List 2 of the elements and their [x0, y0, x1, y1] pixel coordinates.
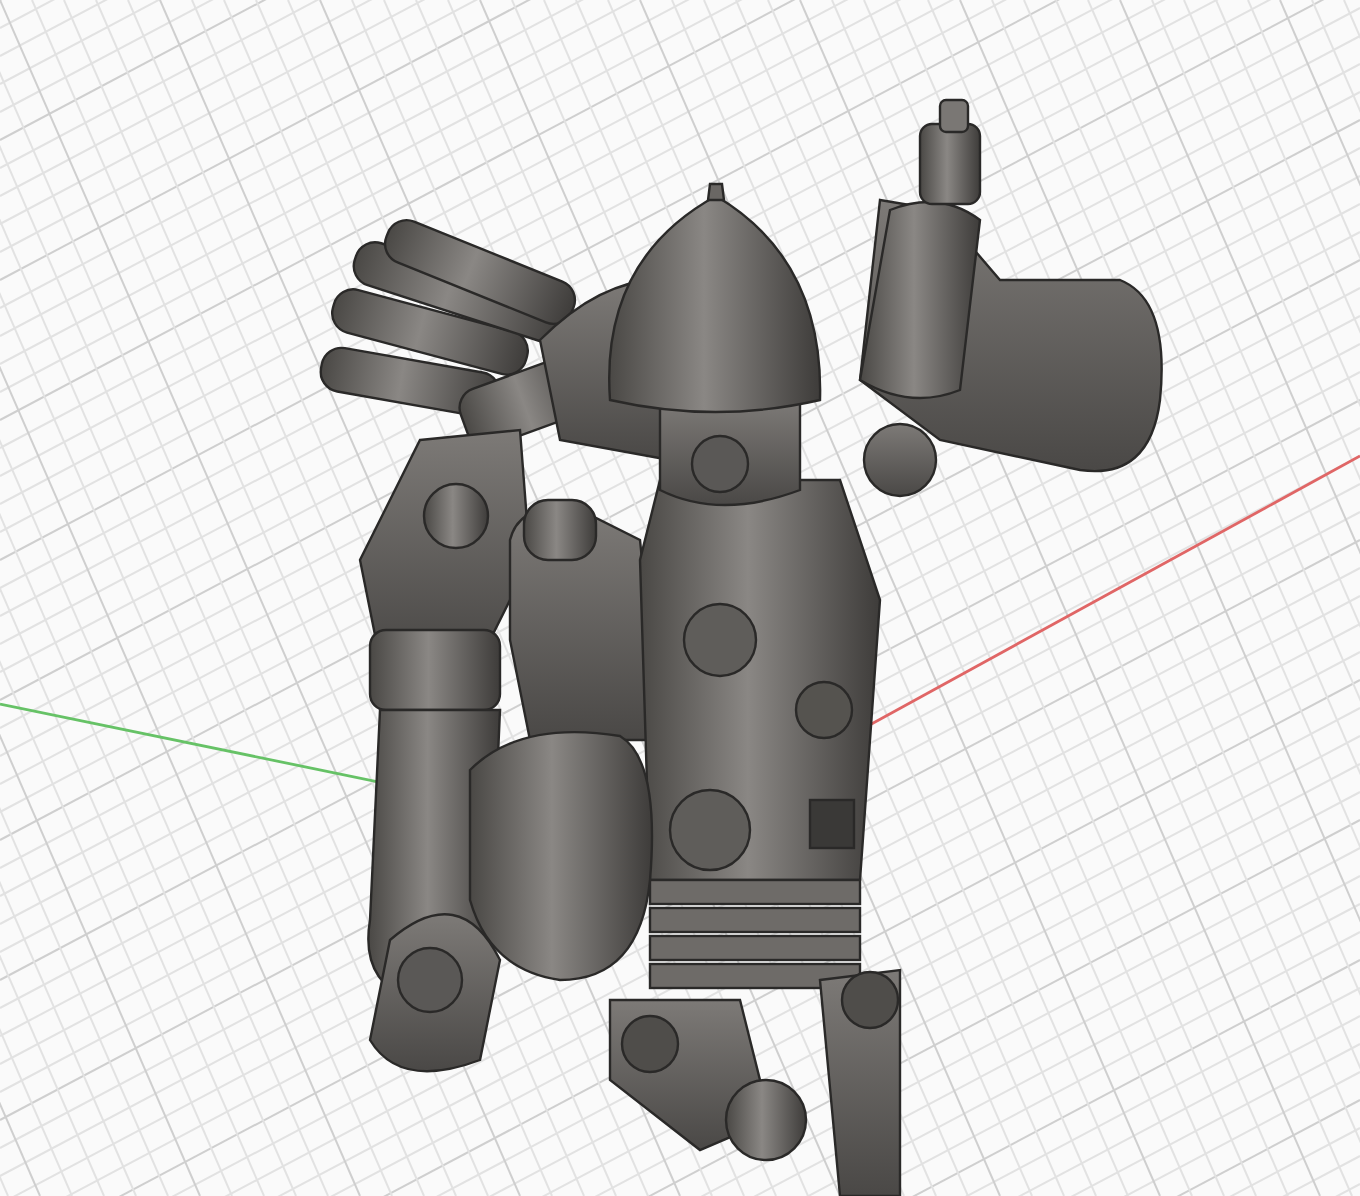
cad-viewport[interactable] — [0, 0, 1360, 1196]
robot-model-drawing[interactable] — [316, 98, 1163, 1196]
